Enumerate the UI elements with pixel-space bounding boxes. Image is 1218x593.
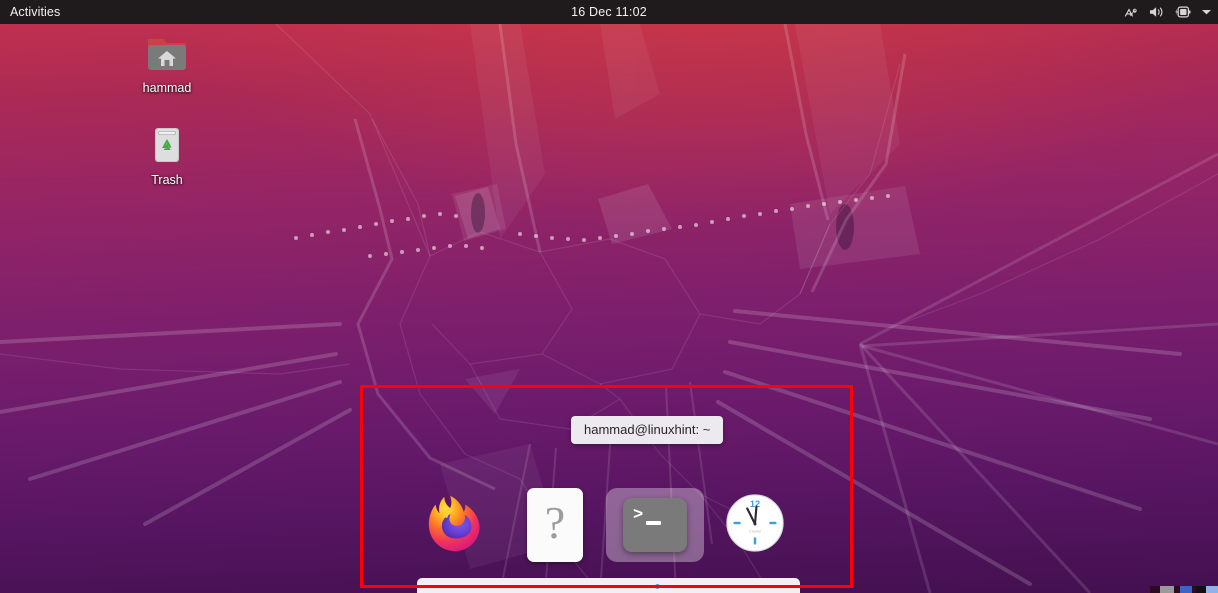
window-preview-panel[interactable] xyxy=(417,578,800,593)
terminal-icon: > xyxy=(623,498,687,552)
clock-datetime[interactable]: 16 Dec 11:02 xyxy=(571,5,647,19)
app-switcher-item-terminal[interactable]: > xyxy=(605,470,705,580)
volume-icon xyxy=(1148,5,1165,19)
clock-icon: 12 Clocks xyxy=(724,492,786,559)
home-folder-icon xyxy=(143,28,191,76)
app-switcher-item-clocks[interactable]: 12 Clocks xyxy=(705,470,805,580)
svg-text:Clocks: Clocks xyxy=(749,528,761,533)
app-switcher-item-firefox[interactable] xyxy=(405,470,505,580)
chevron-down-icon xyxy=(1201,8,1212,16)
system-status-menu[interactable] xyxy=(1123,0,1212,24)
app-switcher-item-unknown[interactable]: ? xyxy=(505,470,605,580)
desktop-icon-trash[interactable]: Trash xyxy=(125,120,209,187)
svg-text:12: 12 xyxy=(750,499,760,509)
app-switcher[interactable]: ? > 12 Clocks xyxy=(405,470,805,580)
desktop-screen: hammad Trash Activities 16 Dec 11:02 ham… xyxy=(0,0,1218,593)
screen-edge-strip xyxy=(1150,586,1218,593)
top-bar: Activities 16 Dec 11:02 xyxy=(0,0,1218,24)
page-indicator-dot xyxy=(655,584,660,589)
app-switcher-title: hammad@linuxhint: ~ xyxy=(571,416,724,444)
desktop-icon-home-folder[interactable]: hammad xyxy=(125,28,209,95)
clock-area: 16 Dec 11:02 xyxy=(0,0,1218,24)
battery-charging-icon xyxy=(1174,5,1192,19)
activities-button[interactable]: Activities xyxy=(0,0,69,24)
desktop-icon-label: Trash xyxy=(151,173,183,187)
desktop-icon-label: hammad xyxy=(142,81,192,95)
firefox-icon xyxy=(424,492,486,559)
terminal-prompt-underscore xyxy=(646,521,661,525)
question-mark-icon: ? xyxy=(527,488,583,562)
network-vpn-icon xyxy=(1123,5,1139,19)
trash-icon xyxy=(143,120,191,168)
terminal-prompt-chevron: > xyxy=(633,506,644,525)
